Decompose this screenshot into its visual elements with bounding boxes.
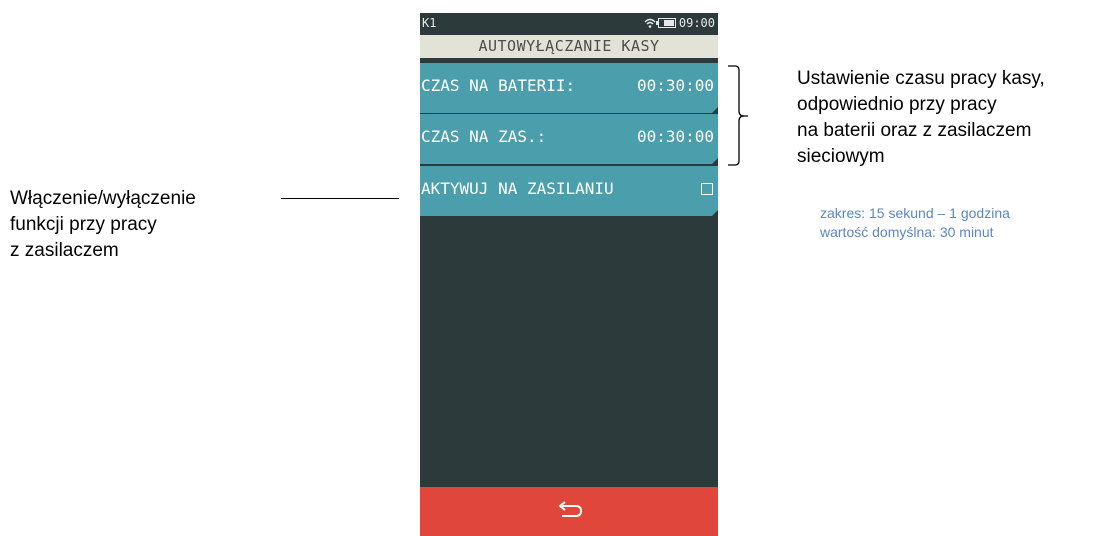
right-annotation-line: odpowiednio przy pracy xyxy=(797,94,997,115)
mains-time-label: CZAS NA ZAS.: xyxy=(421,127,547,146)
battery-time-value: 00:30:00 xyxy=(636,76,714,95)
activate-on-mains-checkbox[interactable] xyxy=(701,183,713,195)
mains-time-value: 00:30:00 xyxy=(636,127,714,146)
device-screen: K1 09:00 AUTOWYŁĄCZANIE KASY CZAS NA BAT… xyxy=(420,13,718,536)
left-annotation-line: z zasilaczem xyxy=(10,240,119,261)
row-corner-decoration xyxy=(712,158,718,164)
status-left-label: K1 xyxy=(422,16,437,30)
range-note-line: wartość domyślna: 30 minut xyxy=(820,224,994,240)
status-right: 09:00 xyxy=(644,13,715,33)
activate-on-mains-row[interactable]: AKTYWUJ NA ZASILANIU xyxy=(420,166,718,216)
activate-on-mains-label: AKTYWUJ NA ZASILANIU xyxy=(421,179,614,198)
battery-icon xyxy=(655,18,676,28)
right-annotation-line: sieciowym xyxy=(797,146,885,167)
range-note-line: zakres: 15 sekund – 1 godzina xyxy=(820,205,1010,221)
right-annotation: Ustawienie czasu pracy kasy, odpowiednio… xyxy=(797,66,1045,170)
back-arrow-icon[interactable] xyxy=(556,501,586,523)
right-bracket-connector xyxy=(728,65,748,166)
row-corner-decoration xyxy=(712,210,718,216)
battery-time-row[interactable]: CZAS NA BATERII: 00:30:00 xyxy=(420,63,718,113)
battery-time-label: CZAS NA BATERII: xyxy=(421,76,576,95)
range-note: zakres: 15 sekund – 1 godzina wartość do… xyxy=(820,204,1010,242)
left-annotation: Włączenie/wyłączenie funkcji przy pracy … xyxy=(10,186,196,264)
screen-title: AUTOWYŁĄCZANIE KASY xyxy=(420,35,718,58)
status-time: 09:00 xyxy=(678,16,715,30)
mains-time-row[interactable]: CZAS NA ZAS.: 00:30:00 xyxy=(420,114,718,164)
wifi-icon xyxy=(644,18,656,28)
left-annotation-line: Włączenie/wyłączenie xyxy=(10,188,196,209)
back-bar[interactable] xyxy=(420,487,718,536)
right-annotation-line: Ustawienie czasu pracy kasy, xyxy=(797,68,1045,89)
right-annotation-line: na baterii oraz z zasilaczem xyxy=(797,120,1032,141)
row-corner-decoration xyxy=(712,107,718,113)
left-annotation-line: funkcji przy pracy xyxy=(10,214,157,235)
left-connector-line xyxy=(281,198,399,199)
status-bar: K1 09:00 xyxy=(420,13,718,33)
